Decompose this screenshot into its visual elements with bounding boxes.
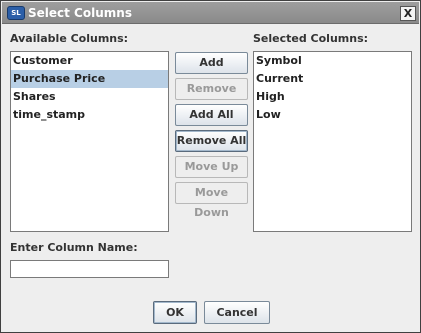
dialog-title: Select Columns (28, 6, 132, 20)
list-item[interactable]: Customer (11, 52, 168, 70)
available-columns-label: Available Columns: (10, 32, 129, 45)
move-up-button[interactable]: Move Up (175, 156, 248, 178)
list-item[interactable]: Current (254, 70, 411, 88)
add-button[interactable]: Add (175, 52, 248, 74)
list-item[interactable]: High (254, 88, 411, 106)
list-item[interactable]: Symbol (254, 52, 411, 70)
move-down-button[interactable]: Move Down (175, 182, 248, 219)
remove-all-button[interactable]: Remove All (175, 130, 248, 152)
list-item[interactable]: Shares (11, 88, 168, 106)
add-all-button[interactable]: Add All (175, 104, 248, 126)
list-item[interactable]: Purchase Price (11, 70, 168, 88)
available-columns-list[interactable]: Customer Purchase Price Shares time_stam… (10, 51, 169, 232)
app-logo-icon: SL (7, 6, 25, 20)
selected-columns-list[interactable]: Symbol Current High Low (253, 51, 412, 232)
select-columns-dialog: SL Select Columns X Available Columns: C… (0, 0, 421, 333)
column-name-label: Enter Column Name: (10, 241, 138, 254)
selected-columns-label: Selected Columns: (253, 32, 369, 45)
column-name-input[interactable] (10, 260, 169, 278)
close-button[interactable]: X (400, 6, 416, 21)
cancel-button[interactable]: Cancel (204, 301, 270, 324)
ok-button[interactable]: OK (153, 301, 197, 324)
remove-button[interactable]: Remove (175, 78, 248, 100)
title-bar[interactable]: SL Select Columns X (2, 2, 419, 24)
list-item[interactable]: Low (254, 106, 411, 124)
list-item[interactable]: time_stamp (11, 106, 168, 124)
